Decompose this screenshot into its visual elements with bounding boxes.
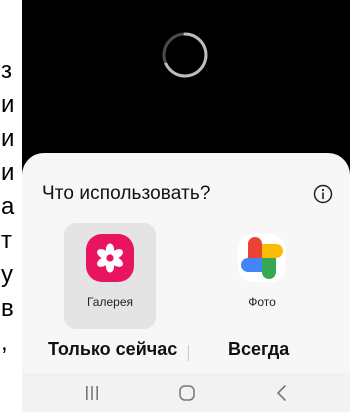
system-navigation-bar: [22, 373, 350, 412]
app-chooser-sheet: Что использовать? Галерея Фото Только се…: [22, 153, 350, 412]
background-letter: т: [1, 227, 12, 254]
phone-screen: Что использовать? Галерея Фото Только се…: [22, 0, 350, 412]
app-label-photos: Фото: [248, 295, 276, 309]
loading-spinner-icon: [162, 32, 208, 78]
recents-lines-icon: [86, 386, 98, 400]
home-rounded-square-icon: [179, 385, 195, 401]
background-letter: и: [1, 125, 15, 152]
app-option-photos[interactable]: Фото: [216, 223, 308, 329]
background-letter: а: [1, 193, 15, 220]
action-bar: Только сейчас Всегда: [22, 339, 350, 367]
gallery-flower-icon: [86, 234, 134, 282]
app-option-gallery[interactable]: Галерея: [64, 223, 156, 329]
just-once-button[interactable]: Только сейчас: [48, 339, 177, 360]
always-button[interactable]: Всегда: [228, 339, 289, 360]
recents-button[interactable]: [77, 381, 107, 405]
home-button[interactable]: [172, 381, 202, 405]
google-photos-pinwheel-icon: [238, 234, 286, 282]
background-letter: в: [1, 295, 14, 322]
back-chevron-icon: [277, 385, 286, 401]
background-text-column: з и и и а т у в ,: [0, 58, 22, 356]
background-letter: и: [1, 159, 15, 186]
background-letter: и: [1, 91, 15, 118]
background-letter: з: [1, 57, 13, 84]
sheet-title: Что использовать?: [42, 183, 211, 204]
back-button[interactable]: [267, 381, 297, 405]
background-letter: у: [1, 261, 13, 288]
background-letter: ,: [1, 329, 8, 356]
app-label-gallery: Галерея: [86, 295, 134, 309]
info-icon[interactable]: [312, 183, 334, 205]
action-divider: [188, 345, 189, 361]
